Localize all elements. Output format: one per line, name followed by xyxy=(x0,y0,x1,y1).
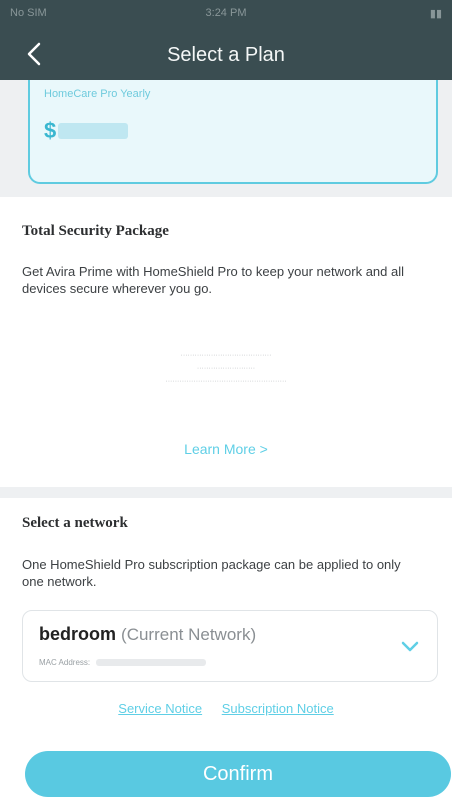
network-card: Select a network One HomeShield Pro subs… xyxy=(0,498,452,807)
learn-more-link[interactable]: Learn More > xyxy=(0,441,452,457)
plan-name: HomeCare Pro Yearly xyxy=(44,88,151,100)
mac-value-redacted xyxy=(96,659,207,667)
status-bar: No SIM 3:24 PM ▮▮ xyxy=(0,0,452,28)
network-name-row: bedroom (Current Network) xyxy=(39,624,256,645)
fine-print-line: ························· xyxy=(196,365,256,372)
plan-price: $ xyxy=(44,118,129,144)
fine-print-line: ········································… xyxy=(165,378,287,385)
network-description: One HomeShield Pro subscription package … xyxy=(22,557,401,589)
status-time: 3:24 PM xyxy=(205,7,247,19)
security-package-card: Total Security Package Get Avira Prime w… xyxy=(0,197,452,487)
chevron-down-icon[interactable] xyxy=(399,635,421,657)
plan-card[interactable]: HomeCare Pro Yearly $ xyxy=(28,80,438,184)
network-title: Select a network xyxy=(22,515,128,531)
nav-bar: Select a Plan xyxy=(0,28,452,80)
battery-icon: ▮▮ xyxy=(429,8,442,20)
price-value-redacted xyxy=(58,123,129,139)
mac-label: MAC Address: xyxy=(39,658,91,667)
page-title: Select a Plan xyxy=(167,44,285,66)
network-select[interactable]: bedroom (Current Network) MAC Address: xyxy=(22,610,438,682)
network-mac: MAC Address: xyxy=(39,658,207,667)
confirm-button[interactable]: Confirm xyxy=(25,751,451,797)
network-name: bedroom xyxy=(39,624,117,644)
fine-print: ······································· … xyxy=(0,349,452,388)
current-network-tag: (Current Network) xyxy=(121,625,257,644)
price-currency: $ xyxy=(44,118,57,143)
service-notice-link[interactable]: Service Notice xyxy=(118,701,202,716)
notice-links: Service Notice Subscription Notice xyxy=(0,701,452,716)
security-description: Get Avira Prime with HomeShield Pro to k… xyxy=(22,264,404,296)
fine-print-line: ······································· xyxy=(180,352,272,359)
subscription-notice-link[interactable]: Subscription Notice xyxy=(222,701,334,716)
security-title: Total Security Package xyxy=(22,223,169,239)
